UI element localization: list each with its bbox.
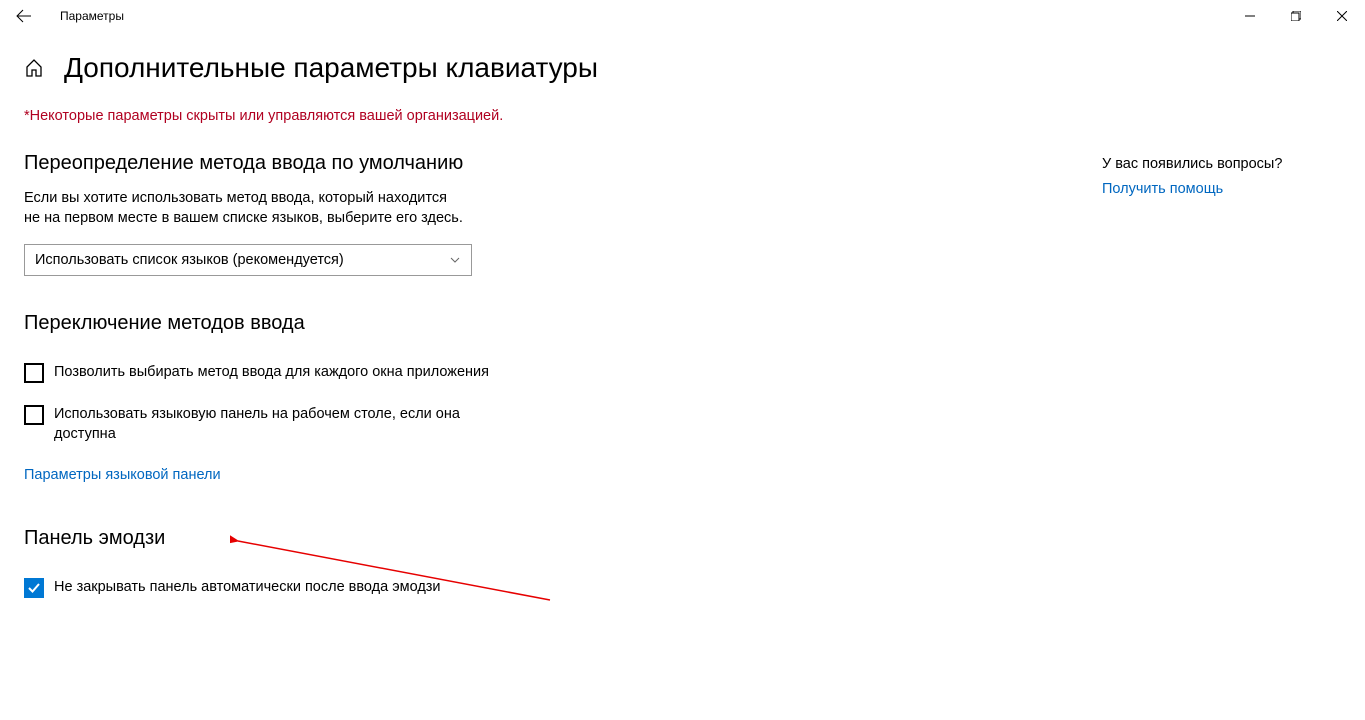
- org-policy-warning: *Некоторые параметры скрыты или управляю…: [24, 108, 700, 124]
- section-switching-heading: Переключение методов ввода: [24, 312, 700, 335]
- back-arrow-icon: [16, 8, 32, 24]
- back-button[interactable]: [8, 0, 40, 32]
- default-input-method-dropdown[interactable]: Использовать список языков (рекомендуетс…: [24, 244, 472, 276]
- language-bar-options-link[interactable]: Параметры языковой панели: [24, 467, 221, 483]
- help-question-text: У вас появились вопросы?: [1102, 156, 1282, 172]
- section-emoji-heading: Панель эмодзи: [24, 527, 700, 550]
- checkbox-language-bar-label: Использовать языковую панель на рабочем …: [54, 405, 504, 444]
- checkbox-emoji-autoclose-input[interactable]: [24, 578, 44, 598]
- home-icon: [24, 58, 44, 78]
- checkbox-row-language-bar: Использовать языковую панель на рабочем …: [24, 405, 504, 444]
- titlebar: Параметры: [0, 0, 1365, 32]
- checkbox-row-per-window: Позволить выбирать метод ввода для каждо…: [24, 363, 504, 383]
- maximize-icon: [1291, 11, 1301, 21]
- get-help-link[interactable]: Получить помощь: [1102, 181, 1223, 197]
- page-title: Дополнительные параметры клавиатуры: [64, 52, 598, 84]
- window-controls: [1227, 0, 1365, 32]
- home-button[interactable]: [24, 58, 44, 78]
- checkbox-per-window-input[interactable]: [24, 363, 44, 383]
- header-row: Дополнительные параметры клавиатуры: [24, 52, 700, 84]
- help-sidebar: У вас появились вопросы? Получить помощь: [1102, 156, 1282, 198]
- content-area: Дополнительные параметры клавиатуры *Нек…: [0, 32, 1365, 620]
- titlebar-title: Параметры: [60, 9, 124, 23]
- close-button[interactable]: [1319, 0, 1365, 32]
- close-icon: [1337, 11, 1347, 21]
- main-content: Дополнительные параметры клавиатуры *Нек…: [0, 52, 700, 620]
- checkmark-icon: [27, 581, 41, 595]
- dropdown-selected-value: Использовать список языков (рекомендуетс…: [35, 252, 344, 268]
- section-override-heading: Переопределение метода ввода по умолчани…: [24, 152, 700, 175]
- maximize-button[interactable]: [1273, 0, 1319, 32]
- section-override-description: Если вы хотите использовать метод ввода,…: [24, 189, 464, 228]
- checkbox-language-bar-input[interactable]: [24, 405, 44, 425]
- minimize-icon: [1245, 11, 1255, 21]
- checkbox-emoji-autoclose-label: Не закрывать панель автоматически после …: [54, 578, 441, 598]
- chevron-down-icon: [449, 254, 461, 266]
- minimize-button[interactable]: [1227, 0, 1273, 32]
- checkbox-per-window-label: Позволить выбирать метод ввода для каждо…: [54, 363, 489, 383]
- checkbox-row-emoji-autoclose: Не закрывать панель автоматически после …: [24, 578, 504, 598]
